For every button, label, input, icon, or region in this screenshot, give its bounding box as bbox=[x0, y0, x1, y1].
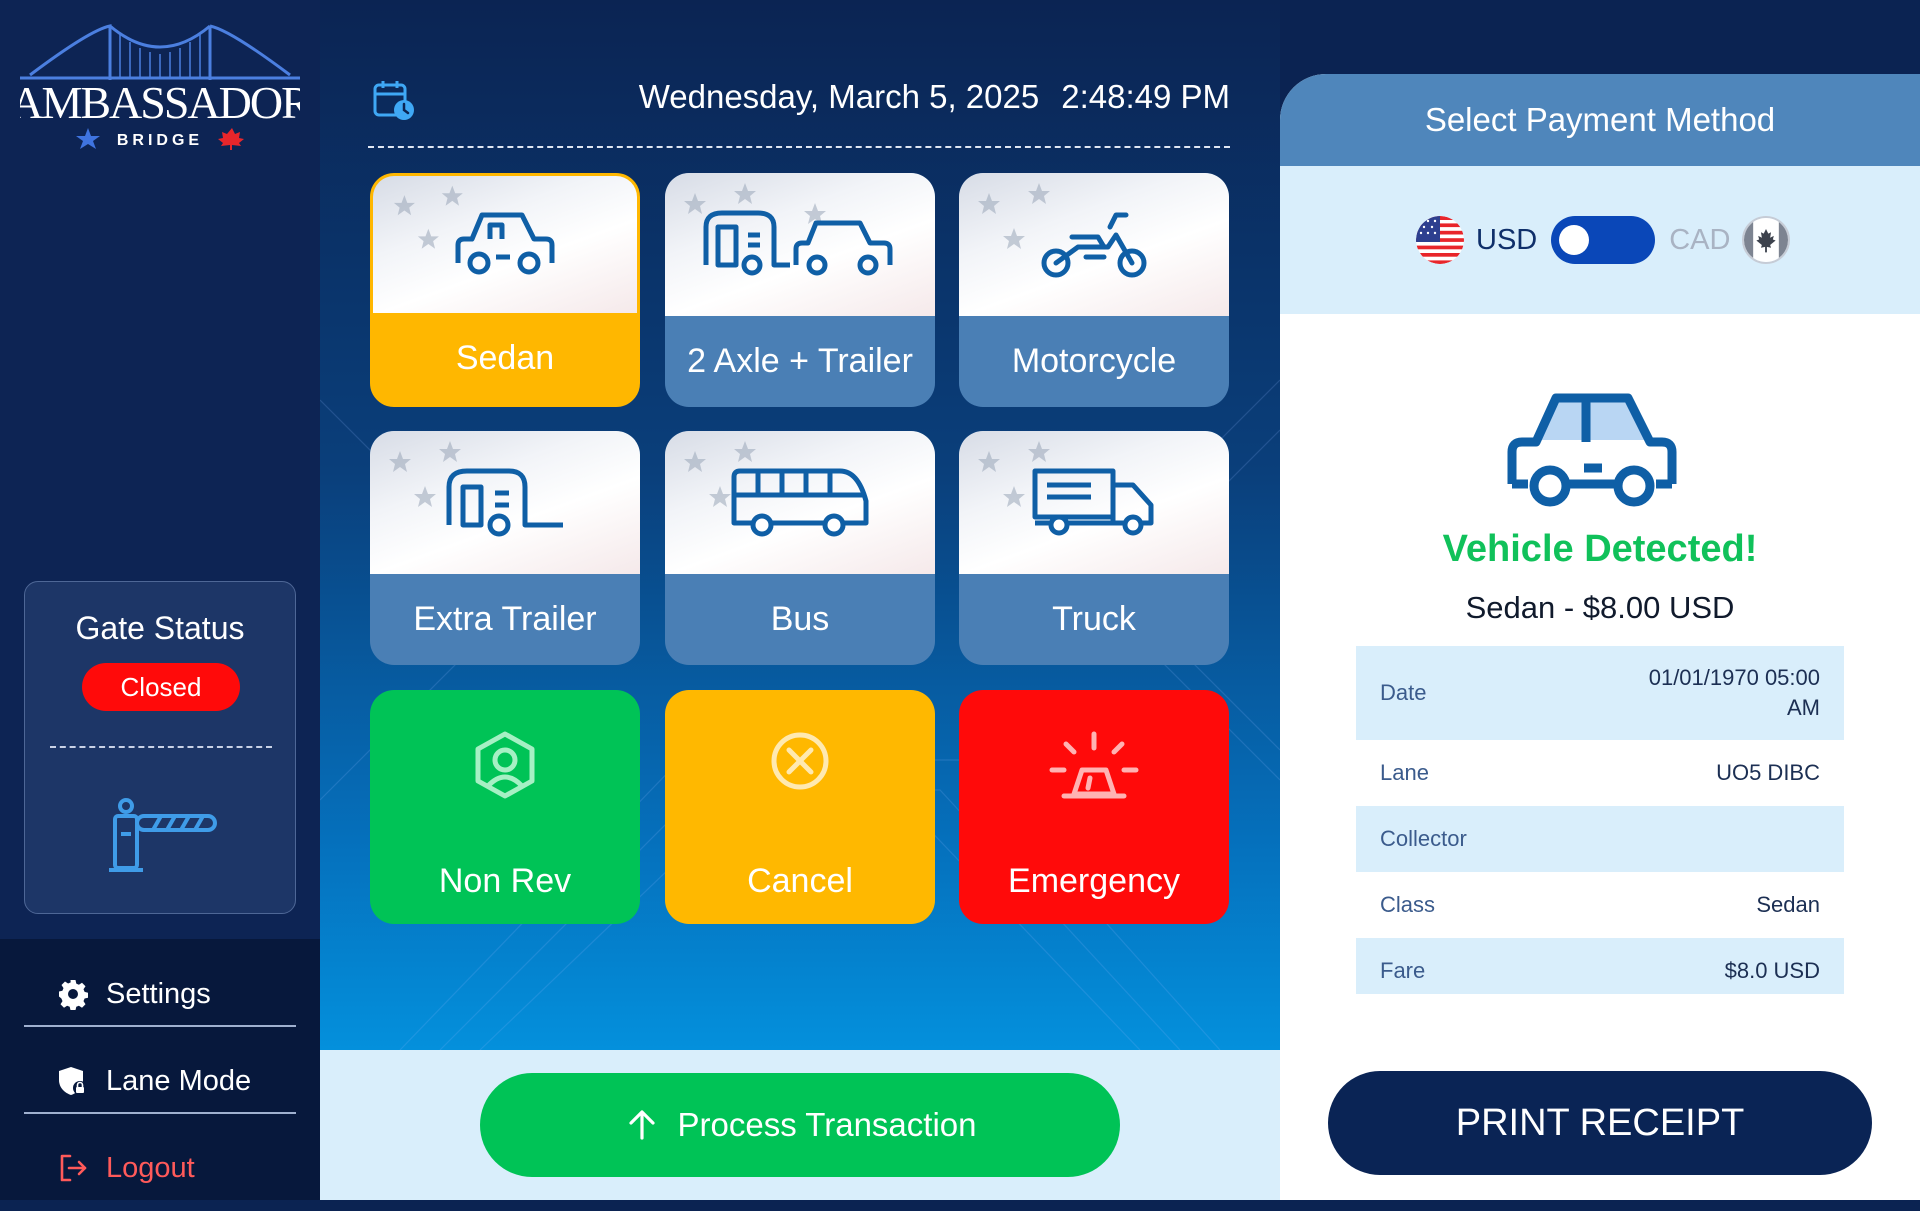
info-row-date: Date 01/01/1970 05:00 AM bbox=[1356, 646, 1844, 740]
toggle-knob bbox=[1559, 225, 1590, 255]
gate-status-title: Gate Status bbox=[75, 610, 245, 646]
lane-mode-label: Lane Mode bbox=[106, 1064, 252, 1097]
info-row-lane: Lane UO5 DIBC bbox=[1356, 740, 1844, 806]
gate-divider bbox=[50, 746, 272, 748]
emergency-label: Emergency bbox=[1008, 861, 1180, 900]
ambassador-bridge-logo: AMBASSADOR BRIDGE bbox=[20, 24, 300, 150]
info-row-class: Class Sedan bbox=[1356, 872, 1844, 938]
shield-lock-icon bbox=[56, 1064, 90, 1098]
calendar-clock-icon bbox=[373, 81, 414, 120]
cad-label: CAD bbox=[1669, 223, 1731, 256]
cancel-button[interactable]: Cancel bbox=[665, 690, 935, 924]
date-time: Wednesday, March 5, 2025 2:48:49 PM bbox=[639, 78, 1230, 116]
trailer-icon bbox=[446, 468, 563, 536]
motorcycle-label: Motorcycle bbox=[1011, 342, 1177, 380]
sidebar-nav: Settings Lane Mode Logout bbox=[0, 939, 320, 1200]
vehicle-tile-2-axle-trailer[interactable]: 2 Axle + Trailer bbox=[665, 173, 935, 407]
extra-trailer-label: Extra Trailer bbox=[413, 600, 597, 638]
process-transaction-button[interactable]: Process Transaction bbox=[480, 1073, 1120, 1177]
fare-label: Fare bbox=[1380, 958, 1426, 983]
motorcycle-icon bbox=[1041, 212, 1147, 277]
currency-toggle[interactable] bbox=[1551, 216, 1656, 264]
bus-label: Bus bbox=[770, 600, 830, 638]
settings-label: Settings bbox=[106, 977, 211, 1010]
vehicle-tile-motorcycle[interactable]: Motorcycle bbox=[959, 173, 1229, 407]
vehicle-tile-bus[interactable]: Bus bbox=[665, 431, 935, 665]
non-rev-label: Non Rev bbox=[438, 861, 572, 900]
vehicle-tile-extra-trailer[interactable]: Extra Trailer bbox=[370, 431, 640, 665]
print-receipt-button[interactable]: PRINT RECEIPT bbox=[1328, 1071, 1872, 1175]
current-time: 2:48:49 PM bbox=[1061, 78, 1230, 115]
currency-row: USD CAD bbox=[1416, 215, 1791, 265]
date-value: 01/01/1970 05:00 AM bbox=[1648, 665, 1820, 720]
header-divider bbox=[368, 146, 1230, 148]
vehicle-detected-summary: Sedan - $8.00 USD bbox=[1465, 590, 1735, 625]
arrow-up-icon bbox=[628, 1110, 655, 1140]
nav-divider bbox=[24, 1025, 296, 1027]
cancel-label: Cancel bbox=[747, 861, 853, 900]
siren-icon bbox=[1049, 731, 1139, 799]
sedan-label: Sedan bbox=[455, 339, 555, 377]
process-transaction-label: Process Transaction bbox=[677, 1106, 977, 1143]
sidebar-item-logout[interactable]: Logout bbox=[24, 1125, 296, 1211]
lane-value: UO5 DIBC bbox=[1716, 760, 1820, 785]
bus-icon bbox=[731, 468, 869, 536]
trailer-and-car-icon bbox=[703, 210, 893, 275]
2-axle-trailer-label: 2 Axle + Trailer bbox=[687, 342, 913, 380]
nav-divider bbox=[24, 1112, 296, 1114]
non-rev-button[interactable]: Non Rev bbox=[370, 690, 640, 924]
usd-label: USD bbox=[1476, 223, 1538, 256]
svg-text:AMBASSADOR: AMBASSADOR bbox=[20, 77, 300, 128]
truck-icon bbox=[1032, 468, 1154, 535]
vehicle-detected-title: Vehicle Detected! bbox=[1442, 528, 1758, 570]
payment-method-header: Select Payment Method bbox=[1280, 74, 1920, 166]
info-row-fare: Fare $8.0 USD bbox=[1356, 938, 1844, 994]
sidebar: AMBASSADOR BRIDGE Gate Status Closed Set… bbox=[0, 0, 320, 1200]
info-row-collector: Collector bbox=[1356, 806, 1844, 872]
date-label: Date bbox=[1380, 680, 1427, 705]
vehicle-tile-truck[interactable]: Truck bbox=[959, 431, 1229, 665]
us-flag-icon bbox=[1416, 216, 1464, 264]
fare-value: $8.0 USD bbox=[1724, 958, 1820, 983]
class-value: Sedan bbox=[1756, 892, 1820, 917]
gate-status-badge: Closed bbox=[82, 663, 240, 711]
barrier-gate-icon bbox=[109, 798, 217, 872]
canada-flag-icon bbox=[1742, 216, 1791, 264]
svg-text:BRIDGE: BRIDGE bbox=[117, 132, 203, 149]
transaction-info-table: Date 01/01/1970 05:00 AM Lane UO5 DIBC C… bbox=[1356, 646, 1844, 994]
vehicle-tile-sedan[interactable]: Sedan bbox=[370, 173, 640, 407]
current-date: Wednesday, March 5, 2025 bbox=[638, 78, 1040, 115]
gear-icon bbox=[56, 977, 90, 1011]
logout-icon bbox=[56, 1151, 90, 1185]
lane-label: Lane bbox=[1380, 760, 1429, 785]
detected-vehicle-icon bbox=[1507, 393, 1677, 507]
gate-status-card: Gate Status Closed bbox=[24, 581, 296, 914]
emergency-button[interactable]: Emergency bbox=[959, 690, 1229, 924]
user-hexagon-icon bbox=[475, 731, 535, 799]
class-label: Class bbox=[1380, 892, 1436, 917]
cancel-circle-icon bbox=[771, 732, 829, 790]
sedan-icon bbox=[455, 212, 555, 274]
truck-label: Truck bbox=[1052, 600, 1136, 638]
logout-label: Logout bbox=[106, 1151, 195, 1184]
collector-label: Collector bbox=[1380, 826, 1467, 851]
payment-panel: Select Payment Method USD CAD Vehicle De… bbox=[1280, 74, 1920, 1200]
